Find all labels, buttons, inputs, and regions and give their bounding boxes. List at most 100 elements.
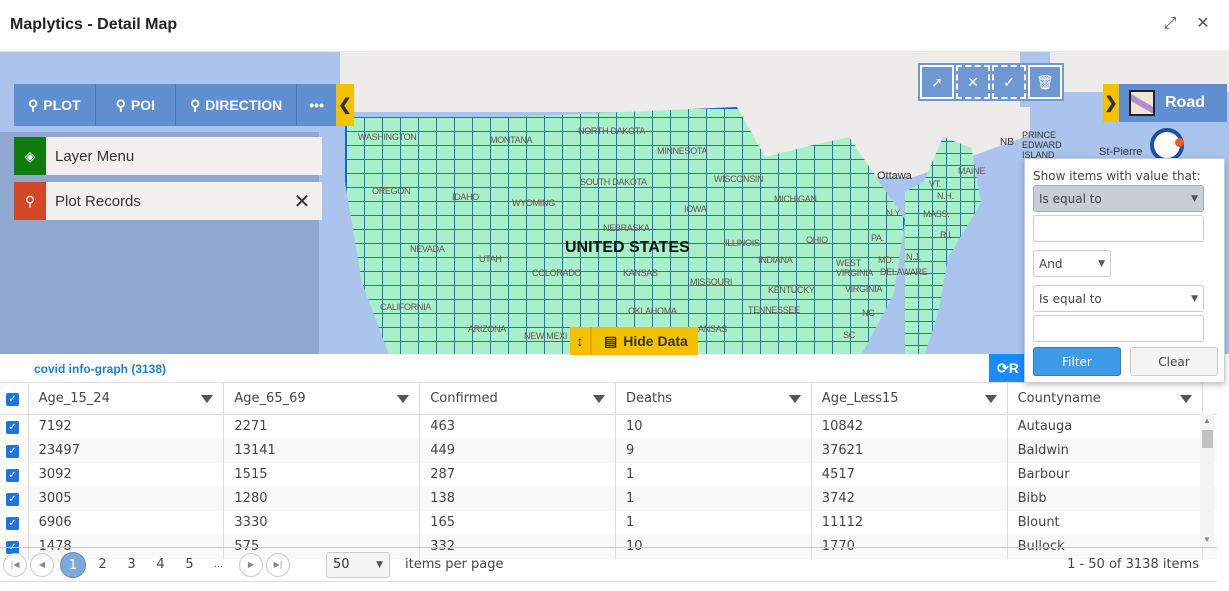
logic-select[interactable]: And ▼: [1033, 250, 1111, 277]
road-style-button[interactable]: Road: [1119, 84, 1227, 122]
city-label: NB: [1000, 137, 1014, 148]
state-label: NC: [862, 308, 875, 318]
operator2-select[interactable]: Is equal to ▼: [1033, 285, 1204, 312]
column-label: Age_65_69: [234, 391, 306, 406]
table-cell: 10842: [811, 414, 1008, 439]
poi-pin-icon: ⚲: [115, 96, 126, 113]
poi-button[interactable]: ⚲ POI: [96, 84, 176, 126]
table-cell: 463: [419, 414, 616, 439]
row-checkbox[interactable]: ✓: [6, 493, 19, 506]
table-row[interactable]: ✓ 6906 3330 165 1 11112 Blount: [0, 510, 1217, 535]
operator1-select[interactable]: Is equal to ▼: [1033, 185, 1204, 212]
row-checkbox[interactable]: ✓: [6, 445, 19, 458]
row-checkbox[interactable]: ✓: [6, 517, 19, 530]
state-label: DELAWARE: [880, 267, 928, 277]
filter-icon[interactable]: [788, 395, 801, 403]
row-checkbox[interactable]: ✓: [6, 469, 19, 482]
country-label: UNITED STATES: [565, 239, 690, 256]
prev-page-button[interactable]: ◀: [30, 552, 54, 577]
state-label: MONTANA: [490, 135, 533, 145]
state-label: SOUTH DAKOTA: [580, 177, 647, 187]
table-cell: 7192: [28, 414, 225, 439]
state-label: TENNESSEE: [748, 305, 800, 315]
restore-window-icon[interactable]: ⤢: [1160, 14, 1180, 34]
table-cell: 4517: [811, 462, 1008, 487]
row-checkbox[interactable]: ✓: [6, 421, 19, 435]
state-label: MICHIGAN: [774, 194, 817, 204]
grid-scrollbar[interactable]: ▲ ▼: [1200, 414, 1214, 546]
table-row[interactable]: ✓ 3092 1515 287 1 4517 Barbour: [0, 462, 1217, 487]
state-label: MAINE: [958, 166, 986, 176]
column-header[interactable]: Age_65_69: [223, 382, 421, 415]
expand-map-style-button[interactable]: ❯: [1103, 84, 1119, 122]
last-page-button[interactable]: ▶|: [266, 552, 290, 577]
column-header[interactable]: Countyname: [1007, 382, 1204, 415]
more-icon: •••: [309, 97, 324, 113]
delete-icon[interactable]: 🗑: [1028, 65, 1062, 99]
chevron-right-icon: ❯: [1104, 95, 1118, 112]
page-2-button[interactable]: 2: [88, 557, 117, 572]
next-page-button[interactable]: ▶: [239, 552, 263, 577]
filter-button[interactable]: Filter: [1033, 347, 1121, 376]
resize-handle[interactable]: ↕: [570, 327, 592, 355]
direction-button[interactable]: ⚲ DIRECTION: [176, 84, 298, 126]
column-header[interactable]: Confirmed: [419, 382, 616, 415]
page-4-button[interactable]: 4: [146, 557, 175, 572]
value1-input[interactable]: [1033, 215, 1204, 242]
table-cell: Blount: [1007, 510, 1204, 535]
table-row[interactable]: ✓ 7192 2271 463 10 10842 Autauga: [0, 414, 1217, 439]
more-pages-button[interactable]: ...: [204, 559, 233, 570]
table-row[interactable]: ✓ 3005 1280 138 1 3742 Bibb: [0, 486, 1217, 511]
state-label: ARIZONA: [468, 324, 506, 334]
clear-button[interactable]: Clear: [1130, 347, 1218, 376]
page-size-select[interactable]: 50 ▼: [326, 551, 390, 578]
page-3-button[interactable]: 3: [117, 557, 146, 572]
confirm-selection-icon[interactable]: ✓: [992, 65, 1026, 99]
data-grid-area: covid info-graph (3138) ⟳ R ✓ Age_15_24 …: [0, 354, 1229, 591]
refresh-button[interactable]: ⟳ R: [989, 354, 1025, 382]
state-label: WASHINGTON: [358, 132, 417, 142]
select-all-checkbox[interactable]: ✓: [6, 393, 19, 406]
close-icon[interactable]: ✕: [1193, 14, 1213, 34]
scroll-down-icon[interactable]: ▼: [1203, 535, 1211, 544]
filter-icon[interactable]: [201, 395, 214, 403]
filter-popup-label: Show items with value that:: [1033, 169, 1201, 183]
state-label: N.J.: [906, 252, 921, 262]
table-row[interactable]: ✓ 23497 13141 449 9 37621 Baldwin: [0, 438, 1217, 463]
table-cell: 138: [419, 486, 616, 511]
clear-selection-icon[interactable]: ✕: [956, 65, 990, 99]
chevron-left-icon: ❮: [338, 97, 352, 114]
grid-title-tab[interactable]: covid info-graph (3138): [34, 362, 166, 376]
close-plot-records-icon[interactable]: ✕: [282, 189, 322, 214]
scroll-up-icon[interactable]: ▲: [1203, 416, 1211, 425]
scrollbar-thumb[interactable]: [1202, 430, 1213, 448]
column-label: Age_Less15: [821, 391, 899, 406]
plot-records-item[interactable]: ⚲ Plot Records ✕: [14, 182, 322, 220]
plot-button[interactable]: ⚲ PLOT: [14, 84, 96, 126]
first-page-button[interactable]: |◀: [3, 552, 27, 577]
select-pointer-icon[interactable]: ➚: [920, 65, 954, 99]
hide-data-button[interactable]: ▤ Hide Data: [592, 327, 698, 355]
value2-input[interactable]: [1033, 315, 1204, 342]
column-header[interactable]: Age_15_24: [28, 382, 225, 415]
chevron-down-icon: ▼: [1191, 193, 1198, 204]
column-header[interactable]: Deaths: [615, 382, 812, 415]
state-label: MISSOURI: [690, 277, 733, 287]
more-button[interactable]: •••: [297, 84, 336, 126]
collapse-toolbar-button[interactable]: ❮: [335, 84, 354, 126]
column-header[interactable]: Age_Less15: [811, 382, 1008, 415]
table-cell: 3005: [28, 486, 225, 511]
layer-menu-item[interactable]: ◈ Layer Menu: [14, 137, 322, 175]
page-5-button[interactable]: 5: [175, 557, 204, 572]
city-label: PRINCE EDWARD ISLAND: [1022, 130, 1062, 160]
table-cell: 449: [419, 438, 616, 463]
filter-icon[interactable]: [1180, 395, 1193, 403]
table-cell: 1280: [223, 486, 421, 511]
filter-icon[interactable]: [984, 395, 997, 403]
filter-icon[interactable]: [397, 395, 410, 403]
table-cell: 37621: [811, 438, 1008, 463]
filter-icon[interactable]: [593, 395, 605, 403]
globe-location-icon[interactable]: [1150, 128, 1184, 162]
table-cell: 10: [615, 414, 812, 439]
page-1-button[interactable]: 1: [60, 551, 86, 578]
